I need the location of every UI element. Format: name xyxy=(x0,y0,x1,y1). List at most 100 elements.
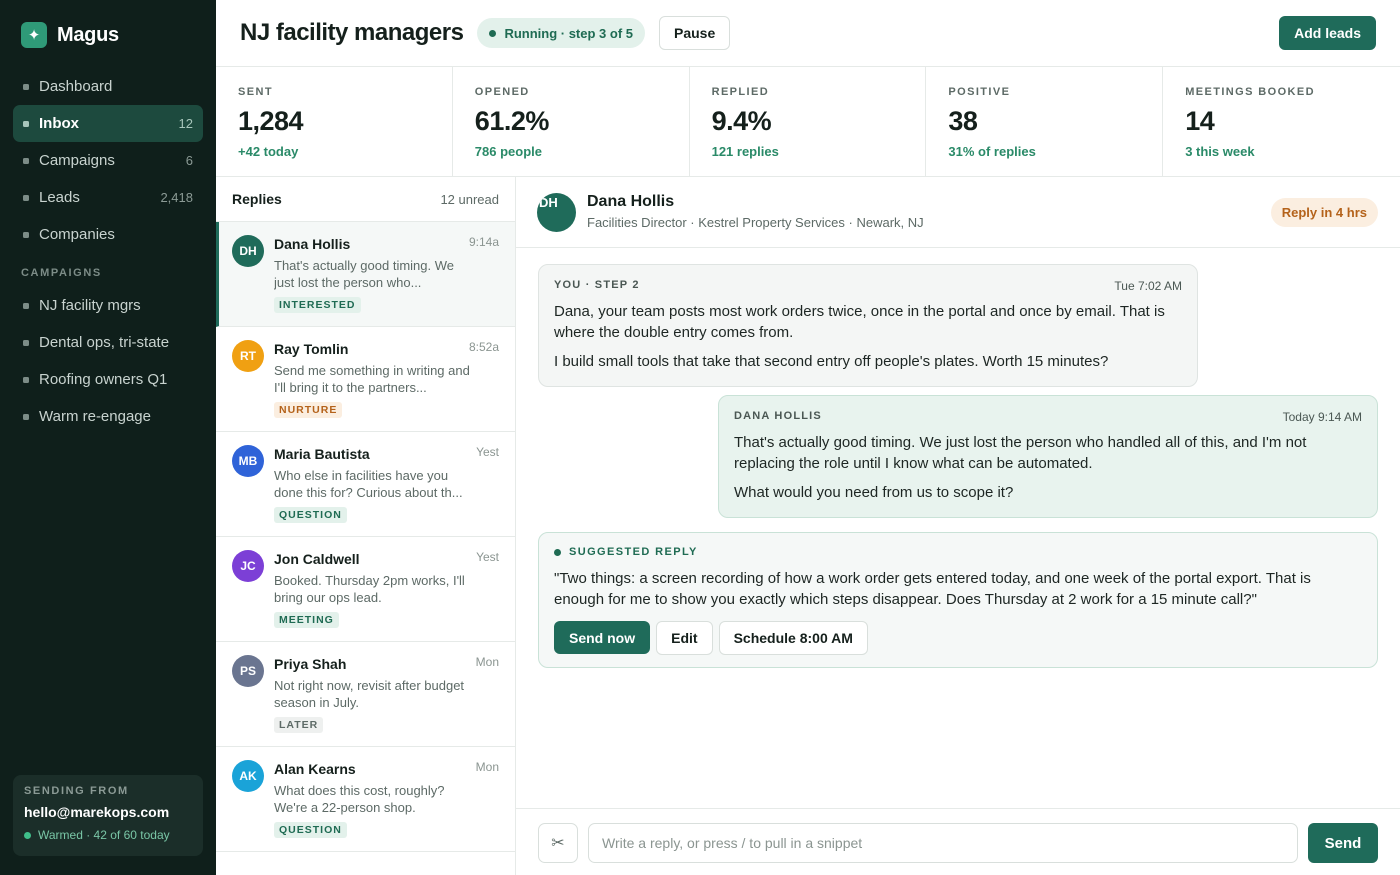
sender-status: Warmed · 42 of 60 today xyxy=(24,828,192,842)
message-paragraph: That's actually good timing. We just los… xyxy=(734,434,1307,472)
campaign-item[interactable]: Warm re-engage xyxy=(13,398,203,435)
unread-count: 12 unread xyxy=(440,191,499,207)
nav-item-inbox[interactable]: Inbox 12 xyxy=(13,105,203,142)
nav-item-label: Campaigns xyxy=(39,152,115,169)
sending-from-label: SENDING FROM xyxy=(24,785,129,797)
reply-time: 8:52a xyxy=(468,340,499,354)
avatar: AK xyxy=(232,760,264,792)
list-item[interactable]: AK Alan Kearns Mon What does this cost, … xyxy=(216,747,515,852)
stat-value: 1,284 xyxy=(238,106,304,136)
suggested-reply-label: SUGGESTED REPLY xyxy=(569,546,698,558)
reply-composer: ✂ Send xyxy=(516,808,1400,875)
schedule-button[interactable]: Schedule 8:00 AM xyxy=(718,621,868,655)
status-tag: QUESTION xyxy=(274,507,347,523)
nav-item-label: Leads xyxy=(39,189,80,206)
list-item[interactable]: JC Jon Caldwell Yest Booked. Thursday 2p… xyxy=(216,537,515,642)
stat-label: POSITIVE xyxy=(948,86,1011,98)
reply-time: Mon xyxy=(475,655,499,669)
bullet-icon xyxy=(23,83,29,90)
status-dot-icon xyxy=(554,548,561,556)
reply-deadline-badge: Reply in 4 hrs xyxy=(1270,198,1378,227)
campaign-item[interactable]: Dental ops, tri-state xyxy=(13,324,203,361)
status-text: Running · step 3 of 5 xyxy=(504,25,633,41)
campaign-item-label: Warm re-engage xyxy=(39,408,151,425)
reply-sender-name: Priya Shah xyxy=(274,656,347,672)
stat-subtext: 3 this week xyxy=(1185,144,1255,159)
bullet-icon xyxy=(23,157,29,164)
suggested-reply-card: SUGGESTED REPLY "Two things: a screen re… xyxy=(538,532,1378,668)
bullet-icon xyxy=(23,302,29,309)
suggested-reply-header: SUGGESTED REPLY xyxy=(554,546,1362,558)
avatar: DH xyxy=(232,235,264,267)
list-item[interactable]: RT Ray Tomlin 8:52a Send me something in… xyxy=(216,327,515,432)
campaign-item-label: Dental ops, tri-state xyxy=(39,334,170,351)
reply-snippet: That's actually good timing. We just los… xyxy=(274,258,454,290)
reply-time: 9:14a xyxy=(468,235,499,249)
reply-time: Yest xyxy=(476,445,499,459)
sparkle-icon: ✦ xyxy=(21,22,47,48)
message-sender-label: DANA HOLLIS xyxy=(734,410,822,422)
reply-sender-name: Ray Tomlin xyxy=(274,341,349,357)
nav-item-count: 12 xyxy=(178,116,193,131)
page-title: NJ facility managers xyxy=(240,19,464,46)
nav-item-companies[interactable]: Companies xyxy=(13,216,203,253)
sender-email: hello@marekops.com xyxy=(24,804,170,820)
status-tag: LATER xyxy=(274,717,324,733)
sending-from-card: SENDING FROM hello@marekops.com Warmed ·… xyxy=(13,775,203,856)
stat-subtext: 786 people xyxy=(474,144,542,159)
scissors-icon[interactable]: ✂ xyxy=(538,823,578,863)
stat-meetings-booked: MEETINGS BOOKED 14 3 this week xyxy=(1163,67,1400,176)
add-leads-button[interactable]: Add leads xyxy=(1279,16,1376,50)
stat-sent: SENT 1,284 +42 today xyxy=(216,67,453,176)
stat-label: MEETINGS BOOKED xyxy=(1185,86,1315,98)
conversation-panel: DH Dana Hollis Facilities Director · Kes… xyxy=(516,177,1400,875)
incoming-message: DANA HOLLIS Today 9:14 AM That's actuall… xyxy=(718,395,1378,518)
campaign-item[interactable]: Roofing owners Q1 xyxy=(13,361,203,398)
campaign-item-label: NJ facility mgrs xyxy=(39,297,141,314)
bullet-icon xyxy=(23,231,29,238)
list-item[interactable]: DH Dana Hollis 9:14a That's actually goo… xyxy=(216,222,515,327)
reply-input[interactable] xyxy=(588,823,1298,863)
app-name: Magus xyxy=(57,23,119,46)
reply-snippet: Send me something in writing and I'll br… xyxy=(274,363,470,395)
nav-item-campaigns[interactable]: Campaigns 6 xyxy=(13,142,203,179)
nav-item-label: Companies xyxy=(39,226,115,243)
page-header: NJ facility managers Running · step 3 of… xyxy=(216,0,1400,67)
send-button[interactable]: Send xyxy=(1308,823,1378,863)
pause-button[interactable]: Pause xyxy=(659,16,731,50)
status-tag: INTERESTED xyxy=(274,297,361,313)
stats-bar: SENT 1,284 +42 today OPENED 61.2% 786 pe… xyxy=(216,67,1400,177)
stat-value: 14 xyxy=(1185,106,1215,136)
reply-sender-name: Alan Kearns xyxy=(274,761,356,777)
bullet-icon xyxy=(23,194,29,201)
message-paragraph: I build small tools that take that secon… xyxy=(554,353,1109,370)
status-tag: MEETING xyxy=(274,612,339,628)
reply-sender-name: Dana Hollis xyxy=(274,236,351,252)
nav-item-leads[interactable]: Leads 2,418 xyxy=(13,179,203,216)
message-paragraph: What would you need from us to scope it? xyxy=(734,484,1014,501)
sidebar: ✦ Magus Dashboard Inbox 12 Campaigns 6 L… xyxy=(0,0,216,875)
status-badge: Running · step 3 of 5 xyxy=(477,18,645,48)
edit-button[interactable]: Edit xyxy=(656,621,713,655)
bullet-icon xyxy=(23,120,29,127)
list-item[interactable]: MB Maria Bautista Yest Who else in facil… xyxy=(216,432,515,537)
nav-item-dashboard[interactable]: Dashboard xyxy=(13,68,203,105)
nav-item-label: Dashboard xyxy=(39,78,113,95)
message-header: YOU · STEP 2 Tue 7:02 AM xyxy=(554,279,1182,293)
list-item[interactable]: PS Priya Shah Mon Not right now, revisit… xyxy=(216,642,515,747)
campaign-item-label: Roofing owners Q1 xyxy=(39,371,168,388)
brand[interactable]: ✦ Magus xyxy=(21,22,119,48)
message-timestamp: Today 9:14 AM xyxy=(1282,410,1362,424)
suggested-reply-actions: Send now Edit Schedule 8:00 AM xyxy=(554,621,1362,655)
stat-label: SENT xyxy=(238,86,273,98)
suggested-reply-text: "Two things: a screen recording of how a… xyxy=(554,570,1311,608)
campaign-item[interactable]: NJ facility mgrs xyxy=(13,287,203,324)
stat-replied: REPLIED 9.4% 121 replies xyxy=(690,67,927,176)
nav-item-count: 2,418 xyxy=(160,190,193,205)
status-tag: QUESTION xyxy=(274,822,347,838)
replies-header: Replies 12 unread xyxy=(216,177,515,222)
stat-label: OPENED xyxy=(474,86,530,98)
send-now-button[interactable]: Send now xyxy=(554,621,651,654)
status-dot-icon xyxy=(24,831,31,839)
avatar: PS xyxy=(232,655,264,687)
